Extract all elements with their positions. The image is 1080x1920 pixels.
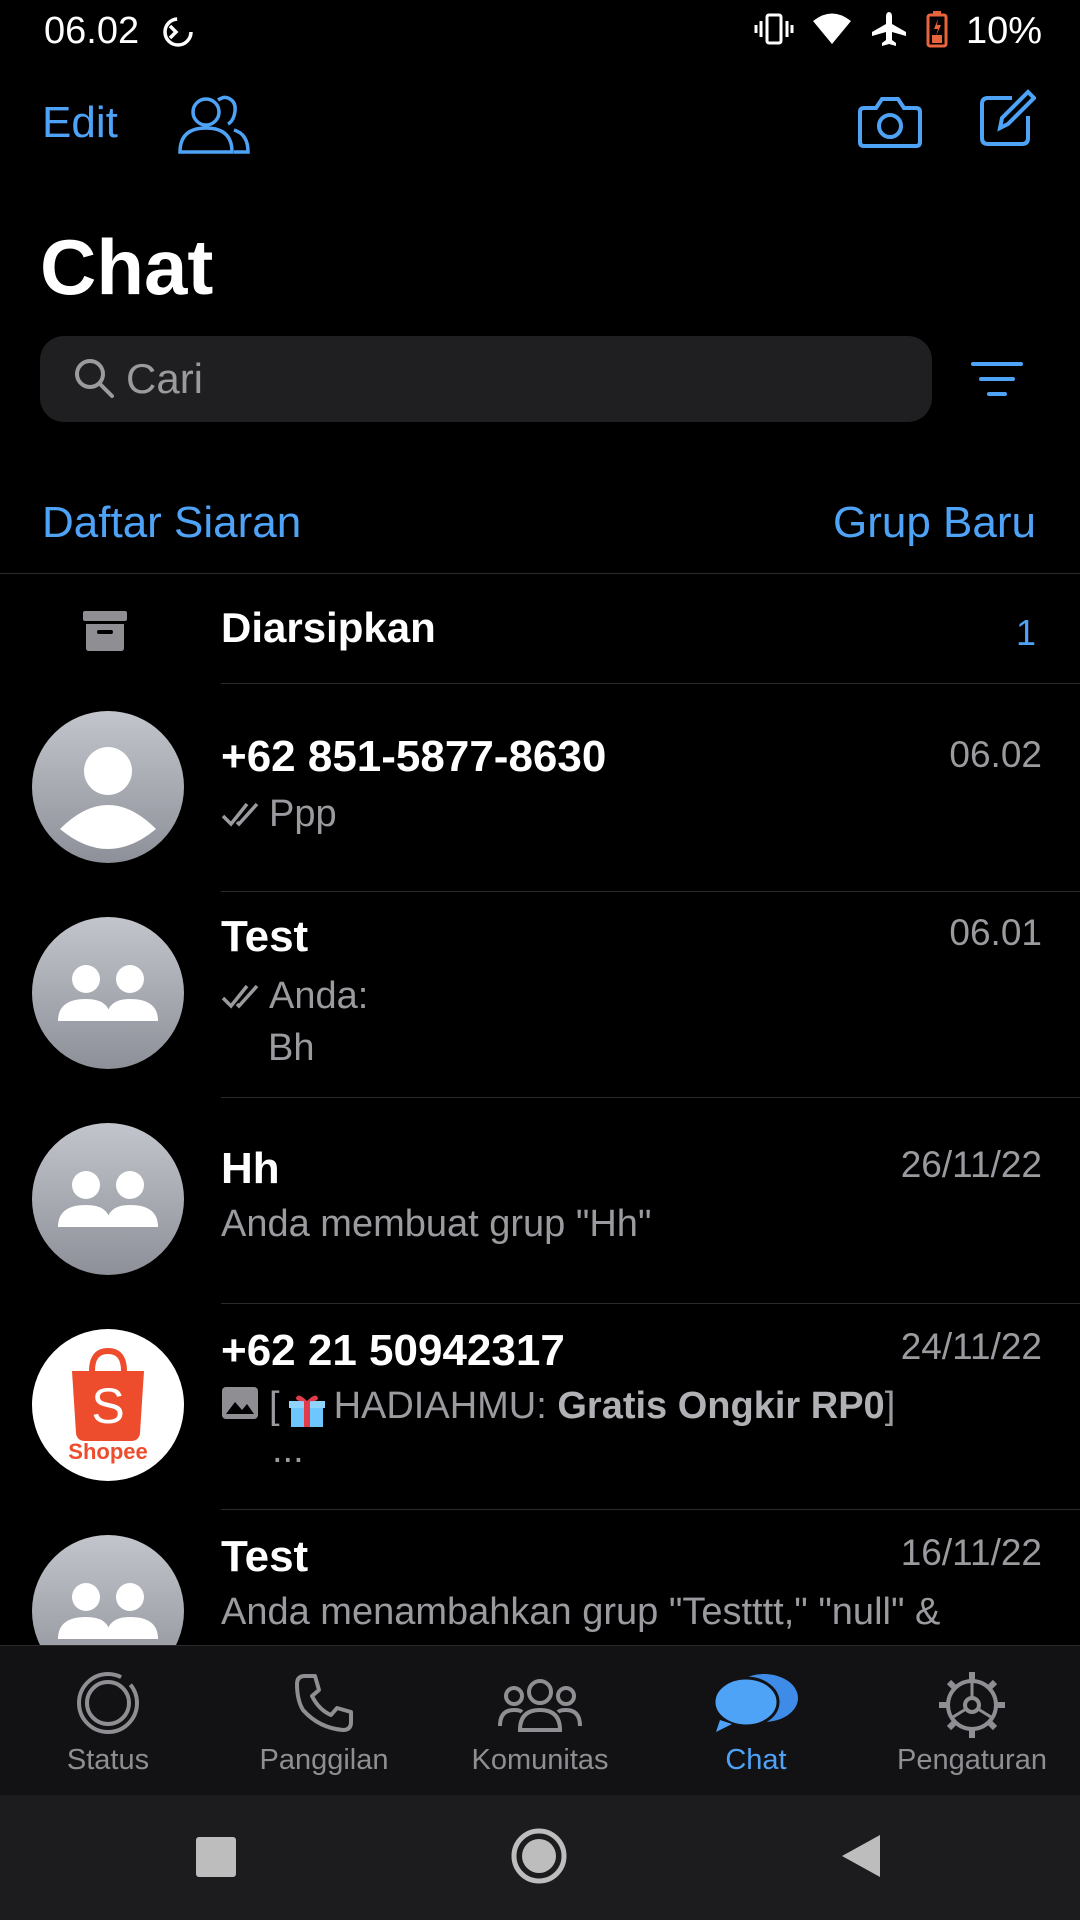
page-title: Chat [40,223,214,311]
communities-icon [498,1670,582,1741]
chat-name: Hh [221,1144,280,1193]
tab-settings[interactable]: Pengaturan [864,1646,1080,1796]
search-bar[interactable] [40,336,932,422]
avatar [32,711,184,863]
status-bar: 06.02 10% [0,0,1080,62]
status-time: 06.02 [44,10,140,52]
preview-text: HADIAHMU: [333,1385,558,1427]
filter-icon[interactable] [970,358,1024,407]
broadcast-list-link[interactable]: Daftar Siaran [42,498,301,548]
chat-time: 06.01 [949,912,1042,953]
tab-label: Panggilan [259,1744,389,1776]
compose-icon[interactable] [978,88,1037,153]
sync-icon [160,14,196,55]
edit-button[interactable]: Edit [42,98,118,148]
shopee-logo-text: Shopee [68,1439,147,1464]
chat-name: +62 21 50942317 [221,1326,565,1375]
chat-row[interactable]: S Shopee +62 21 50942317 24/11/22 [ HADIA… [0,1304,1080,1510]
group-icon [58,965,158,1021]
preview-bracket-open: [ [269,1385,280,1427]
chat-preview-line2: ... [272,1429,304,1471]
chat-preview: Ppp [221,788,337,842]
chat-row[interactable]: +62 851-5877-8630 06.02 Ppp [0,686,1080,892]
new-group-link[interactable]: Grup Baru [833,498,1036,548]
gift-icon [288,1390,326,1427]
chat-preview-text: Anda: [269,975,369,1017]
preview-bracket-close: ] [884,1385,896,1427]
tab-communities[interactable]: Komunitas [432,1646,648,1796]
tab-bar: Status Panggilan Komunitas Chat Pengatur… [0,1645,1080,1795]
tab-status[interactable]: Status [0,1646,216,1796]
battery-percent: 10% [965,10,1042,52]
wifi-icon [812,12,852,51]
chat-preview: Anda: [221,970,368,1024]
chat-name: +62 851-5877-8630 [221,732,607,781]
tab-label: Pengaturan [897,1744,1047,1776]
archive-icon [82,610,128,657]
search-input[interactable] [126,336,906,422]
shopee-logo: S Shopee [68,1347,148,1464]
avatar [32,1535,184,1645]
status-icon [75,1670,141,1741]
phone-icon [291,1670,357,1741]
shopee-logo-letter: S [91,1378,124,1434]
chat-time: 26/11/22 [900,1144,1042,1185]
chat-name: Test [221,912,309,961]
chat-row[interactable]: Test 16/11/22 Anda menambahkan grup "Tes… [0,1510,1080,1645]
double-check-icon [221,790,263,842]
chat-preview: Anda membuat grup "Hh" [221,1203,652,1245]
chat-preview: [ HADIAHMU: Gratis Ongkir RP0] [221,1380,895,1434]
chat-preview-text: Ppp [269,793,337,835]
tab-label: Chat [725,1744,787,1776]
back-button[interactable] [840,1833,882,1884]
search-icon [72,356,116,405]
avatar [32,917,184,1069]
image-icon [221,1382,259,1434]
chat-row[interactable]: Hh 26/11/22 Anda membuat grup "Hh" [0,1098,1080,1304]
shopee-avatar: S Shopee [32,1329,184,1481]
double-check-icon [221,972,263,1024]
group-icon [58,1583,158,1639]
chat-time: 24/11/22 [900,1326,1042,1367]
vibrate-icon [754,11,794,52]
tab-calls[interactable]: Panggilan [216,1646,432,1796]
archived-label: Diarsipkan [221,604,436,651]
airplane-icon [870,10,908,53]
tab-label: Komunitas [471,1744,609,1776]
divider [221,683,1080,684]
person-icon [60,747,156,849]
chat-preview: Anda menambahkan grup "Testttt," "null" … [221,1591,941,1633]
tab-label: Status [66,1744,150,1776]
camera-icon[interactable] [858,94,922,155]
system-nav-bar [0,1795,1080,1920]
preview-bold-text: Gratis Ongkir RP0 [557,1385,885,1427]
communities-icon[interactable] [176,92,252,161]
chat-name: Test [221,1532,309,1581]
recents-button[interactable] [196,1837,236,1882]
tab-chat[interactable]: Chat [648,1646,864,1796]
chat-time: 06.02 [949,734,1042,775]
chat-bubbles-icon [712,1670,800,1741]
chat-time: 16/11/22 [900,1532,1042,1573]
group-icon [58,1171,158,1227]
settings-icon [937,1670,1007,1745]
battery-icon [926,10,948,53]
archived-count: 1 [1015,612,1036,653]
home-button[interactable] [510,1827,568,1890]
chat-preview-line2: Bh [268,1027,315,1069]
chat-row[interactable]: Test 06.01 Anda: Bh [0,892,1080,1098]
archived-row[interactable]: Diarsipkan 1 [0,574,1080,684]
avatar [32,1123,184,1275]
